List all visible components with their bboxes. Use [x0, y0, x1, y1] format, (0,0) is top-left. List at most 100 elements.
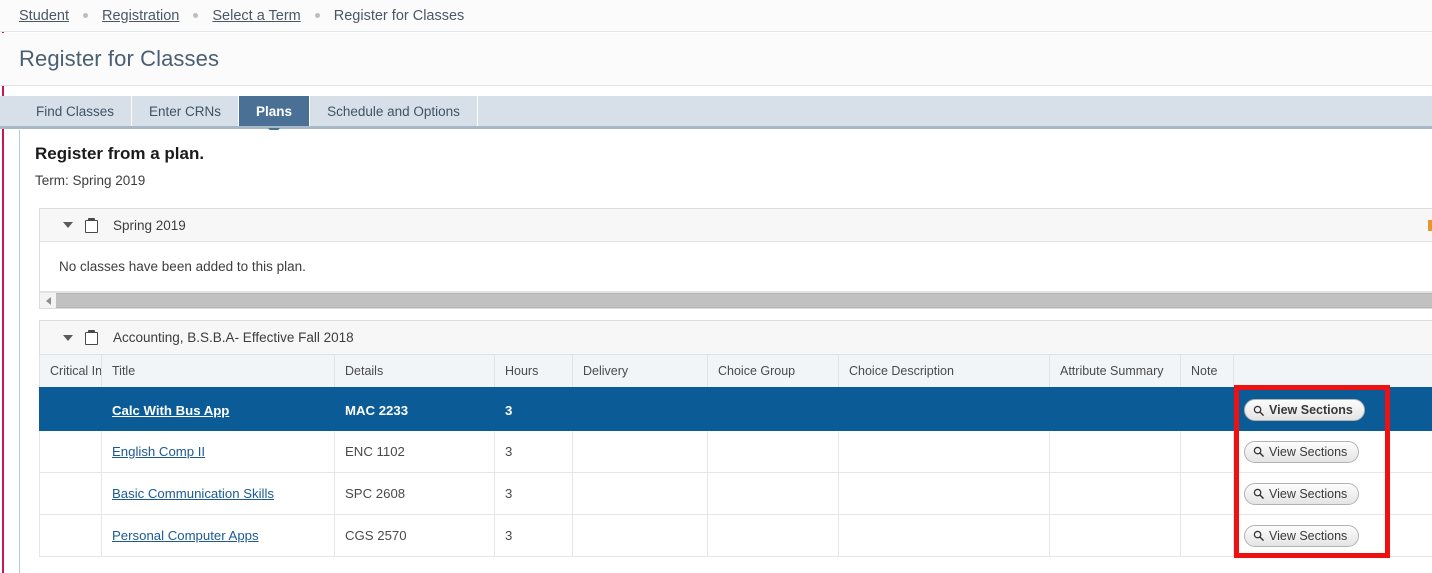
cell-title[interactable]: Personal Computer Apps — [101, 514, 335, 557]
cell-critical — [39, 514, 102, 557]
cell-delivery — [572, 388, 708, 431]
cell-choice-description — [838, 514, 1050, 557]
cell-details: SPC 2608 — [334, 472, 495, 515]
column-header-3[interactable]: Hours — [494, 354, 573, 390]
plan-table: Critical In Title Details Hours Delivery Choi… — [39, 354, 1432, 557]
chevron-down-icon[interactable] — [63, 222, 73, 228]
cell-title[interactable]: English Comp II — [101, 430, 335, 473]
view-sections-button[interactable]: View Sections — [1244, 524, 1360, 547]
tab-find-classes[interactable]: Find Classes — [19, 96, 133, 126]
column-header-4[interactable]: Delivery — [572, 354, 708, 390]
clipboard-icon — [85, 217, 98, 233]
column-header-9[interactable] — [1233, 354, 1432, 390]
cell-action: View Sections — [1233, 514, 1432, 557]
column-header-5[interactable]: Choice Group — [707, 354, 839, 390]
tab-label: Plans — [256, 103, 293, 119]
tabs-container: Find Classes Enter CRNs Plans Schedule and … — [19, 96, 512, 135]
chevron-down-icon[interactable] — [63, 334, 73, 341]
cell-action: View Sections — [1233, 388, 1432, 431]
cell-critical — [39, 388, 102, 431]
plan-empty-message: No classes have been added to this plan. — [40, 242, 1432, 292]
page-title: Register for Classes — [19, 46, 220, 71]
cell-choice-description — [838, 472, 1050, 515]
table-row[interactable]: Calc With Bus App MAC 2233 3 View Sections — [39, 388, 1432, 431]
course-title-link[interactable]: Personal Computer Apps — [112, 528, 259, 543]
cell-note — [1180, 430, 1234, 473]
breadcrumb-item-0[interactable]: Student — [19, 8, 69, 24]
scroll-left-button[interactable] — [40, 293, 56, 308]
clipboard-icon — [85, 330, 98, 345]
plan-header-accounting[interactable]: Accounting, B.S.B.A- Effective Fall 2018 — [40, 321, 1432, 354]
cell-attribute-summary — [1049, 472, 1181, 515]
cell-title[interactable]: Calc With Bus App — [101, 388, 335, 431]
tab-plans[interactable]: Plans — [239, 96, 311, 135]
cell-note — [1180, 388, 1234, 431]
tab-strip-filler — [477, 96, 512, 126]
column-header-2[interactable]: Details — [334, 354, 495, 390]
plan-header-spring-2019[interactable]: Spring 2019 — [40, 209, 1432, 242]
view-sections-button[interactable]: View Sections — [1244, 399, 1365, 421]
cell-note — [1180, 514, 1234, 557]
register-from-plan-heading: Register from a plan. — [35, 144, 205, 163]
column-header-6[interactable]: Choice Description — [838, 354, 1050, 390]
view-sections-label: View Sections — [1269, 528, 1348, 543]
table-body: Calc With Bus App MAC 2233 3 View Sections E… — [39, 388, 1432, 557]
cell-action: View Sections — [1233, 430, 1432, 473]
page-root: Student Registration Select a Term Register… — [0, 0, 1432, 573]
view-sections-button[interactable]: View Sections — [1244, 482, 1360, 505]
column-header-1[interactable]: Title — [101, 354, 335, 390]
search-icon — [1253, 446, 1264, 457]
view-sections-label: View Sections — [1269, 403, 1353, 417]
cell-delivery — [572, 430, 708, 473]
plan-panel-accounting: Accounting, B.S.B.A- Effective Fall 2018 — [39, 320, 1432, 354]
view-sections-label: View Sections — [1269, 444, 1348, 459]
view-sections-button[interactable]: View Sections — [1244, 440, 1360, 463]
cell-hours: 3 — [494, 388, 573, 431]
breadcrumb-separator-dot — [83, 13, 88, 18]
breadcrumb-item-2[interactable]: Select a Term — [212, 8, 300, 24]
scrollbar-thumb[interactable] — [56, 293, 1432, 308]
table-header-row: Critical In Title Details Hours Delivery Choi… — [39, 354, 1432, 390]
course-title-link[interactable]: Basic Communication Skills — [112, 486, 274, 501]
table-row[interactable]: Basic Communication Skills SPC 2608 3 View … — [39, 472, 1432, 515]
course-title-link[interactable]: Calc With Bus App — [112, 403, 229, 418]
cell-action: View Sections — [1233, 472, 1432, 515]
cell-attribute-summary — [1049, 388, 1181, 431]
tab-label: Find Classes — [36, 103, 115, 119]
breadcrumb-item-1[interactable]: Registration — [102, 8, 179, 24]
cell-details: CGS 2570 — [334, 514, 495, 557]
page-title-bar: Register for Classes — [0, 33, 1432, 86]
cell-choice-group — [707, 388, 839, 431]
cell-hours: 3 — [494, 514, 573, 557]
view-sections-label: View Sections — [1269, 486, 1348, 501]
cell-hours: 3 — [494, 472, 573, 515]
cell-attribute-summary — [1049, 430, 1181, 473]
table-row[interactable]: English Comp II ENC 1102 3 View Sections — [39, 430, 1432, 473]
cell-attribute-summary — [1049, 514, 1181, 557]
content-card: Register from a plan. Term: Spring 2019 … — [19, 130, 1432, 573]
plan-title-spring-2019: Spring 2019 — [113, 217, 186, 233]
column-header-7[interactable]: Attribute Summary — [1049, 354, 1181, 390]
tab-enter-crns[interactable]: Enter CRNs — [132, 96, 240, 126]
plan-panel-spring-2019: Spring 2019 No classes have been added t… — [39, 208, 1432, 309]
cell-title[interactable]: Basic Communication Skills — [101, 472, 335, 515]
breadcrumb-separator-dot — [193, 13, 199, 18]
orange-status-marker — [1428, 220, 1432, 231]
cell-choice-group — [707, 514, 839, 557]
table-row[interactable]: Personal Computer Apps CGS 2570 3 View Sect… — [39, 514, 1432, 557]
search-icon — [1253, 488, 1264, 499]
cell-hours: 3 — [494, 430, 573, 473]
cell-choice-description — [838, 430, 1050, 473]
column-header-8[interactable]: Note — [1180, 354, 1234, 390]
term-label: Term: Spring 2019 — [35, 173, 146, 188]
cell-delivery — [572, 514, 708, 557]
cell-delivery — [572, 472, 708, 515]
cell-details: MAC 2233 — [334, 388, 495, 431]
cell-choice-group — [707, 430, 839, 473]
column-header-0[interactable]: Critical In — [39, 354, 102, 390]
tab-label: Enter CRNs — [149, 103, 222, 119]
tab-schedule-and-options[interactable]: Schedule and Options — [310, 96, 478, 126]
course-title-link[interactable]: English Comp II — [112, 444, 205, 459]
tab-label: Schedule and Options — [327, 103, 460, 119]
horizontal-scrollbar[interactable] — [40, 292, 1432, 308]
